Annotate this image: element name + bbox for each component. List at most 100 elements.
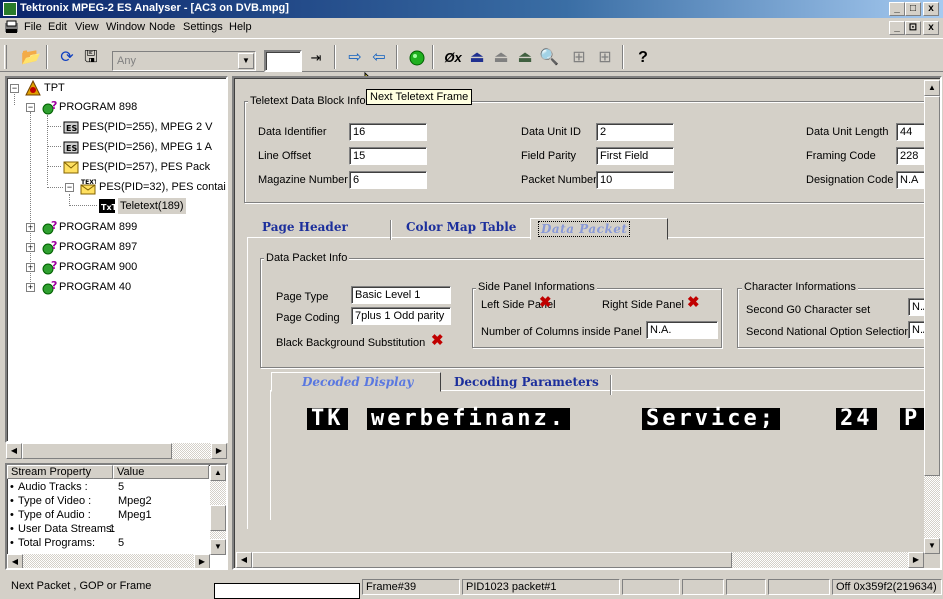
tree-program-897[interactable]: PROGRAM 897	[59, 239, 137, 255]
svg-text:?: ?	[51, 239, 57, 252]
open-folder-icon[interactable]: 📂	[20, 47, 42, 69]
scroll-right-icon[interactable]: ▶	[194, 554, 210, 568]
page-type-field[interactable]: Basic Level 1	[351, 286, 451, 304]
tab-decoding-parameters[interactable]: Decoding Parameters	[444, 375, 612, 395]
expand-toggle[interactable]: +	[26, 283, 35, 292]
minimize-button[interactable]: _	[889, 2, 905, 16]
black-bg-label: Black Background Substitution	[276, 337, 426, 349]
stream-tree[interactable]: − TPT − ? PROGRAM 898 ES PES(PID=255), M…	[5, 76, 228, 443]
tree-program-898[interactable]: PROGRAM 898	[59, 99, 137, 115]
search-icon[interactable]: 🔍	[538, 47, 560, 69]
svg-text:?: ?	[51, 99, 57, 112]
tab-data-packet[interactable]: Data Packet	[530, 218, 668, 240]
scroll-right-icon[interactable]: ▶	[908, 552, 924, 568]
tree-root[interactable]: TPT	[44, 80, 65, 96]
field-parity-field[interactable]: First Field	[596, 147, 674, 165]
menu-settings[interactable]: Settings	[183, 21, 223, 33]
child-minimize-button[interactable]: _	[889, 21, 905, 35]
stream-down-icon[interactable]: ⏏	[514, 47, 536, 69]
menu-view[interactable]: View	[75, 21, 99, 33]
tree-program-899[interactable]: PROGRAM 899	[59, 219, 137, 235]
tree-pes-256[interactable]: PES(PID=256), MPEG 1 A	[82, 139, 212, 155]
filter-select[interactable]: Any ▼	[112, 51, 256, 71]
teletext-segment: Service;	[642, 408, 780, 430]
frame-number-input[interactable]	[264, 50, 302, 72]
scroll-right-icon[interactable]: ▶	[211, 443, 227, 459]
columns-inside-field[interactable]: N.A.	[646, 321, 718, 339]
previous-arrow-icon[interactable]: ⇦	[368, 47, 390, 69]
tree-pes-257[interactable]: PES(PID=257), PES Pack	[82, 159, 210, 175]
menu-window[interactable]: Window	[106, 21, 145, 33]
compare-left-icon[interactable]: ⊞	[568, 47, 590, 69]
scroll-down-icon[interactable]: ▼	[210, 539, 226, 555]
packet-stream-icon	[63, 159, 79, 175]
filter-select-value: Any	[117, 55, 136, 67]
tab-page-header[interactable]: Page Header	[262, 220, 392, 240]
menu-node[interactable]: Node	[149, 21, 175, 33]
scroll-up-icon[interactable]: ▲	[210, 465, 226, 481]
goto-frame-icon[interactable]: ⇥	[305, 47, 327, 69]
program-icon: ?	[42, 99, 58, 115]
scroll-down-icon[interactable]: ▼	[924, 538, 940, 554]
data-identifier-label: Data Identifier	[258, 126, 327, 138]
collapse-toggle[interactable]: −	[65, 183, 74, 192]
column-header-property[interactable]: Stream Property	[7, 465, 113, 479]
teletext-segment: 24	[836, 408, 877, 430]
refresh-icon[interactable]: ⟳	[56, 47, 78, 69]
tree-pes-32[interactable]: PES(PID=32), PES contair	[99, 179, 226, 195]
packet-number-field[interactable]: 10	[596, 171, 674, 189]
tree-program-40[interactable]: PROGRAM 40	[59, 279, 131, 295]
toolbar-tooltip: Next Teletext Frame	[366, 89, 473, 105]
column-header-value[interactable]: Value	[113, 465, 209, 479]
save-icon[interactable]: 🖫	[80, 47, 102, 69]
scroll-left-icon[interactable]: ◀	[236, 552, 252, 568]
block-info-title: Teletext Data Block Info	[248, 95, 368, 107]
scroll-thumb[interactable]	[924, 96, 940, 476]
menu-file[interactable]: File	[24, 21, 42, 33]
go-icon[interactable]	[406, 47, 428, 69]
program-icon: ?	[42, 219, 58, 235]
text-stream-icon: TEXT	[80, 178, 99, 195]
scroll-left-icon[interactable]: ◀	[6, 443, 22, 459]
status-cell	[768, 579, 830, 595]
data-unit-id-field[interactable]: 2	[596, 123, 674, 141]
menu-help[interactable]: Help	[229, 21, 252, 33]
maximize-button[interactable]: □	[905, 2, 921, 16]
null-filter-icon[interactable]: Øx	[442, 47, 464, 69]
scroll-thumb[interactable]	[22, 443, 172, 459]
tree-teletext[interactable]: Teletext(189)	[118, 198, 186, 214]
tree-horizontal-scrollbar[interactable]: ◀ ▶	[5, 443, 228, 460]
child-close-button[interactable]: x	[923, 21, 939, 35]
scroll-thumb[interactable]	[210, 505, 226, 531]
scroll-thumb[interactable]	[252, 552, 732, 568]
chevron-down-icon[interactable]: ▼	[238, 53, 254, 69]
line-offset-field[interactable]: 15	[349, 147, 427, 165]
tree-pes-255[interactable]: PES(PID=255), MPEG 2 V	[82, 119, 213, 135]
program-icon: ?	[42, 259, 58, 275]
tab-decoded-display[interactable]: Decoded Display	[271, 372, 441, 392]
document-icon[interactable]	[4, 20, 20, 35]
page-coding-field[interactable]: 7plus 1 Odd parity	[351, 307, 451, 325]
close-button[interactable]: x	[923, 2, 939, 16]
help-icon[interactable]: ?	[632, 47, 654, 69]
program-icon: ?	[42, 279, 58, 295]
compare-right-icon[interactable]: ⊞	[594, 47, 616, 69]
scroll-up-icon[interactable]: ▲	[924, 80, 940, 96]
status-pid-packet: PID1023 packet#1	[462, 579, 620, 595]
next-arrow-icon[interactable]: ⇨	[344, 47, 366, 69]
collapse-toggle[interactable]: −	[10, 84, 19, 93]
data-identifier-field[interactable]: 16	[349, 123, 427, 141]
framing-code-label: Framing Code	[806, 150, 876, 162]
page-coding-label: Page Coding	[276, 312, 340, 324]
field-parity-label: Field Parity	[521, 150, 577, 162]
stream-up-icon[interactable]: ⏏	[466, 47, 488, 69]
tree-program-900[interactable]: PROGRAM 900	[59, 259, 137, 275]
child-restore-button[interactable]: ⊡	[905, 21, 921, 35]
collapse-toggle[interactable]: −	[26, 103, 35, 112]
char-info-title: Character Informations	[742, 281, 858, 293]
tab-color-map-table[interactable]: Color Map Table	[406, 220, 526, 240]
magazine-number-field[interactable]: 6	[349, 171, 427, 189]
menu-edit[interactable]: Edit	[48, 21, 67, 33]
scroll-left-icon[interactable]: ◀	[7, 554, 23, 568]
stream-icon[interactable]: ⏏	[490, 47, 512, 69]
